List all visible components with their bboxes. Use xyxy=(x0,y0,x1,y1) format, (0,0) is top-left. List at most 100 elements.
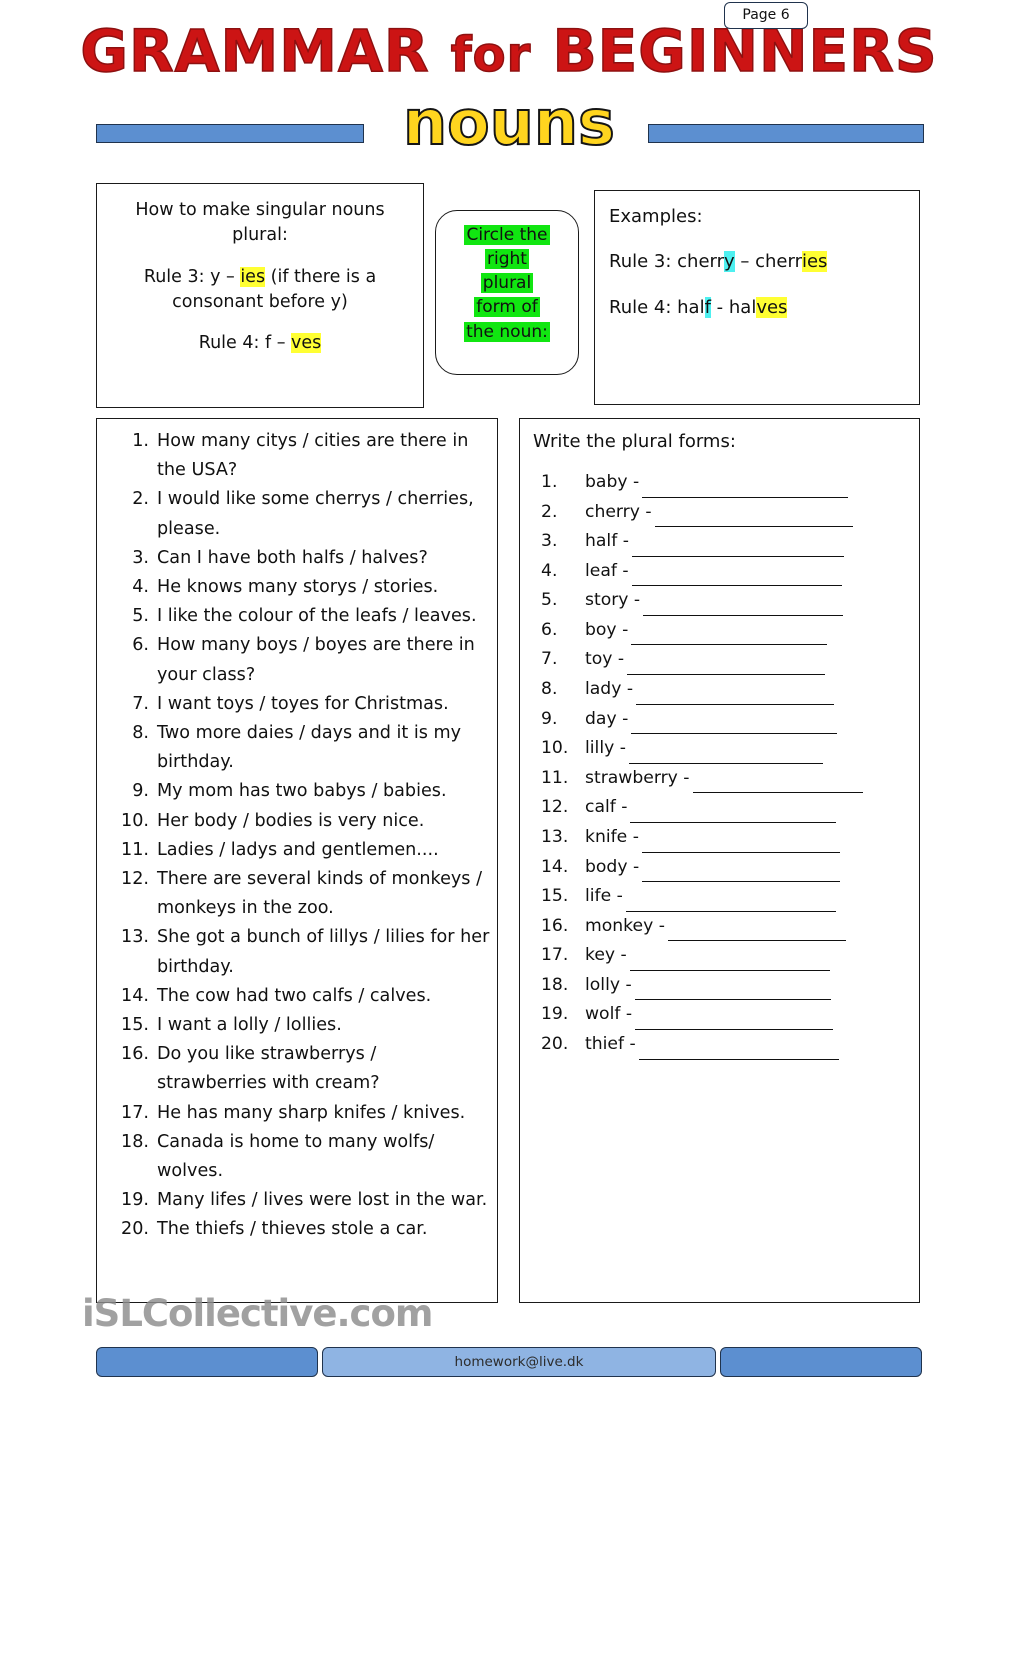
circle-exercise-item[interactable]: The cow had two calfs / calves. xyxy=(103,982,491,1011)
rule-3-text: Rule 3: y – ies (if there is a xyxy=(113,265,407,290)
plural-exercise-dash: - xyxy=(616,708,629,729)
page-title: GRAMMAR for BEGINNERS xyxy=(0,21,1018,81)
circle-exercise-item[interactable]: I like the colour of the leafs / leaves. xyxy=(103,602,491,631)
plural-answer-blank[interactable] xyxy=(654,512,853,528)
circle-exercise-item[interactable]: Her body / bodies is very nice. xyxy=(103,807,491,836)
plural-exercise-dash: - xyxy=(612,649,625,670)
plural-exercise-word: lady xyxy=(585,679,622,700)
example-rule-3-yellow: ies xyxy=(801,251,828,273)
title-word-grammar: GRAMMAR xyxy=(80,17,430,85)
plural-answer-blank[interactable] xyxy=(631,571,842,587)
plural-answer-blank[interactable] xyxy=(667,926,846,942)
circle-instruction-line: form of xyxy=(436,295,578,319)
plural-exercise-word: toy xyxy=(585,649,613,670)
plural-exercise-dash: - xyxy=(627,472,640,492)
plural-answer-blank[interactable] xyxy=(643,601,844,616)
plural-exercise-dash: - xyxy=(627,826,639,847)
example-rule-4-yellow: ves xyxy=(756,296,788,318)
circle-instruction-box: Circle the right plural form of the noun… xyxy=(435,210,579,375)
plural-exercise-item[interactable]: lady - xyxy=(533,675,919,705)
circle-exercise-item[interactable]: The thiefs / thieves stole a car. xyxy=(103,1215,491,1244)
plural-exercise-item[interactable]: boy - xyxy=(533,616,919,646)
rules-heading-line2: plural: xyxy=(232,224,288,245)
circle-exercise-item[interactable]: I would like some cherrys / cherries, pl… xyxy=(103,485,491,543)
plural-answer-blank[interactable] xyxy=(642,483,849,498)
plural-exercise-dash: - xyxy=(620,1004,633,1025)
plural-answer-blank[interactable] xyxy=(631,719,838,735)
plural-exercise-dash: - xyxy=(620,974,632,995)
plural-exercise-word: strawberry xyxy=(585,767,678,788)
circle-exercise-item[interactable]: There are several kinds of monkeys / mon… xyxy=(103,865,491,923)
circle-exercise-item[interactable]: I want toys / toyes for Christmas. xyxy=(103,690,491,719)
plural-exercise-dash: - xyxy=(616,560,629,581)
circle-exercise-item[interactable]: Can I have both halfs / halves? xyxy=(103,544,491,573)
plural-exercise-item[interactable]: leaf - xyxy=(533,557,919,587)
plural-exercise-dash: - xyxy=(615,797,628,818)
plural-exercise-word: baby xyxy=(585,472,628,492)
examples-box: Examples: Rule 3: cherry – cherries Rule… xyxy=(594,190,920,405)
plural-answer-blank[interactable] xyxy=(634,985,831,1001)
plural-answer-blank[interactable] xyxy=(630,808,837,823)
plural-exercise-item[interactable]: lilly - xyxy=(533,734,919,764)
plural-exercise-item[interactable]: body - xyxy=(533,853,919,883)
plural-exercise-item[interactable]: knife - xyxy=(533,823,919,853)
plural-answer-blank[interactable] xyxy=(629,956,830,971)
plural-exercise-item[interactable]: half - xyxy=(533,527,919,557)
circle-instruction-line: the noun: xyxy=(436,320,578,344)
plural-exercise-word: life xyxy=(585,886,612,907)
plural-exercise-dash: - xyxy=(621,679,634,700)
footer-bar-left xyxy=(96,1347,318,1377)
plural-exercise-item[interactable]: thief - xyxy=(533,1030,919,1060)
circle-exercise-box: How many citys / cities are there in the… xyxy=(96,418,498,1303)
rule-3-prefix: Rule 3: y – xyxy=(143,266,241,287)
plural-exercise-item[interactable]: life - xyxy=(533,882,919,912)
circle-exercise-item[interactable]: I want a lolly / lollies. xyxy=(103,1011,491,1040)
plural-exercise-item[interactable]: day - xyxy=(533,705,919,735)
circle-exercise-item[interactable]: My mom has two babys / babies. xyxy=(103,777,491,806)
plural-answer-blank[interactable] xyxy=(642,867,841,883)
circle-exercise-item[interactable]: Many lifes / lives were lost in the war. xyxy=(103,1186,491,1215)
plural-answer-blank[interactable] xyxy=(631,542,844,557)
plural-answer-blank[interactable] xyxy=(627,660,826,676)
example-rule-3: Rule 3: cherry – cherries xyxy=(609,250,919,273)
footer: homework@live.dk xyxy=(96,1347,922,1377)
plural-answer-blank[interactable] xyxy=(636,690,835,705)
plural-answer-blank[interactable] xyxy=(628,749,823,764)
plural-exercise-item[interactable]: story - xyxy=(533,586,919,616)
plural-exercise-item[interactable]: cherry - xyxy=(533,498,919,528)
rule-4-prefix: Rule 4: f – xyxy=(198,333,292,354)
plural-exercise-dash: - xyxy=(677,767,690,788)
plural-exercise-item[interactable]: key - xyxy=(533,941,919,971)
plural-exercise-item[interactable]: monkey - xyxy=(533,912,919,942)
plural-answer-blank[interactable] xyxy=(641,838,840,853)
circle-exercise-item[interactable]: Canada is home to many wolfs/ wolves. xyxy=(103,1128,491,1186)
plural-exercise-item[interactable]: wolf - xyxy=(533,1000,919,1030)
page-number-badge: Page 6 xyxy=(724,1,808,29)
circle-exercise-item[interactable]: He has many sharp knifes / knives. xyxy=(103,1099,491,1128)
plural-answer-blank[interactable] xyxy=(638,1045,839,1060)
plural-exercise-item[interactable]: baby - xyxy=(533,468,919,498)
plural-answer-blank[interactable] xyxy=(635,1015,834,1030)
plural-exercise-item[interactable]: toy - xyxy=(533,645,919,676)
circle-exercise-item[interactable]: How many citys / cities are there in the… xyxy=(103,427,491,485)
plural-answer-blank[interactable] xyxy=(625,897,836,912)
plural-exercise-item[interactable]: calf - xyxy=(533,793,919,823)
circle-exercise-item[interactable]: Two more daies / days and it is my birth… xyxy=(103,719,491,777)
circle-exercise-item[interactable]: He knows many storys / stories. xyxy=(103,573,491,602)
plural-exercise-dash: - xyxy=(615,945,627,966)
circle-exercise-item[interactable]: Do you like strawberrys / strawberries w… xyxy=(103,1040,491,1098)
watermark: iSLCollective.com xyxy=(82,1292,433,1335)
plural-exercise-word: thief xyxy=(585,1033,625,1054)
examples-heading: Examples: xyxy=(609,206,703,227)
plural-answer-blank[interactable] xyxy=(692,778,863,794)
plural-exercise-item[interactable]: lolly - xyxy=(533,971,919,1001)
plural-answer-blank[interactable] xyxy=(631,630,828,646)
circle-instruction-line: Circle the xyxy=(436,223,578,247)
circle-exercise-item[interactable]: She got a bunch of lillys / lilies for h… xyxy=(103,923,491,981)
example-rule-4-mid: - hal xyxy=(710,296,757,318)
plural-exercise-word: day xyxy=(585,708,617,729)
plural-exercise-item[interactable]: strawberry - xyxy=(533,764,919,794)
circle-exercise-item[interactable]: How many boys / boyes are there in your … xyxy=(103,631,491,689)
circle-exercise-item[interactable]: Ladies / ladys and gentlemen.... xyxy=(103,836,491,865)
rule-3-text-line2: consonant before y) xyxy=(172,291,348,312)
